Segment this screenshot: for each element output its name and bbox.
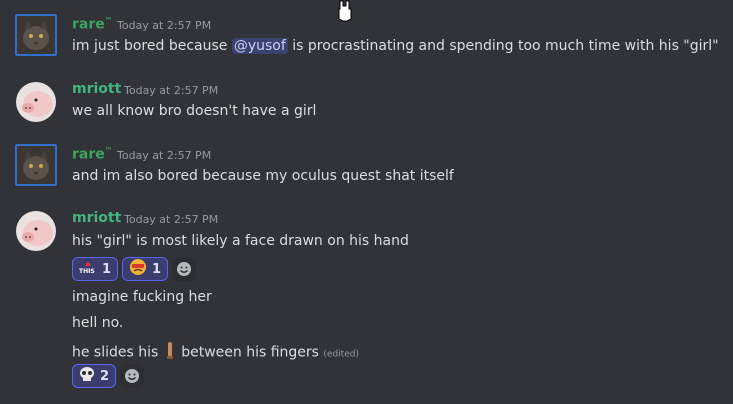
skull-emoji-icon: [79, 366, 95, 386]
message-text: hell no.: [72, 315, 124, 331]
username-mriott[interactable]: mriott: [72, 210, 121, 226]
reaction-bar: THIS 1 1: [72, 257, 197, 281]
smiley-add-icon: [177, 262, 192, 276]
username-rare[interactable]: rare™: [72, 146, 113, 163]
message-text: im just bored because @yusof is procrast…: [72, 38, 719, 54]
this-emoji-icon: THIS: [79, 261, 97, 277]
message-timestamp: Today at 2:57 PM: [124, 213, 219, 226]
reaction-bar: 2: [72, 364, 145, 388]
pig-avatar-icon[interactable]: [16, 82, 56, 122]
reaction-this[interactable]: THIS 1: [72, 257, 119, 281]
message-text: his "girl" is most likely a face drawn o…: [72, 233, 409, 249]
add-reaction-button[interactable]: [172, 257, 197, 281]
reaction-count: 1: [152, 261, 162, 277]
message-text: and im also bored because my oculus ques…: [72, 168, 454, 184]
message-timestamp: Today at 2:57 PM: [117, 149, 212, 162]
message-text: imagine fucking her: [72, 289, 212, 305]
reaction-skull[interactable]: 2: [72, 364, 117, 388]
reaction-angry-face[interactable]: 1: [122, 257, 169, 281]
edited-label: (edited): [323, 349, 359, 360]
username-mriott[interactable]: mriott: [72, 81, 121, 97]
add-reaction-button[interactable]: [120, 364, 145, 388]
message-text: he slides his between his fingers (edite…: [72, 340, 359, 365]
pig-avatar-icon[interactable]: [16, 211, 56, 251]
smiley-add-icon: [125, 369, 140, 383]
mouse-cursor-icon: [338, 0, 352, 22]
message-timestamp: Today at 2:57 PM: [124, 84, 219, 97]
message-timestamp: Today at 2:57 PM: [117, 19, 212, 32]
reaction-count: 1: [102, 261, 112, 277]
message-text: we all know bro doesn't have a girl: [72, 103, 317, 119]
user-mention[interactable]: @yusof: [231, 38, 288, 54]
cat-avatar-icon[interactable]: [15, 14, 57, 56]
angry-face-emoji-icon: [129, 258, 147, 280]
cat-avatar-icon[interactable]: [15, 144, 57, 186]
reaction-count: 2: [100, 368, 110, 384]
finger-emoji-icon: [163, 340, 177, 365]
username-rare[interactable]: rare™: [72, 16, 113, 33]
